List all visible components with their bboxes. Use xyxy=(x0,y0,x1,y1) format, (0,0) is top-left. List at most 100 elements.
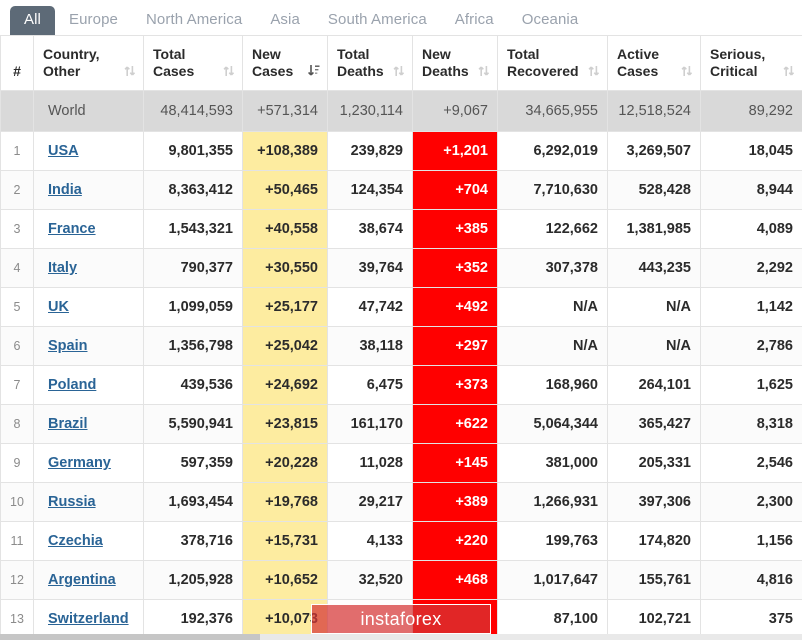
column-header-new_cases[interactable]: New Cases xyxy=(242,35,328,91)
column-header-label: Total Cases xyxy=(153,46,194,80)
cell-total_deaths: 124,354 xyxy=(327,170,413,210)
cell-new_cases: +25,042 xyxy=(242,326,328,366)
sort-both-icon xyxy=(393,64,405,79)
table-row: 4 Italy 790,377 +30,550 39,764 +352 307,378 443… xyxy=(0,248,802,288)
sort-both-icon xyxy=(681,64,693,79)
cell-new_deaths: +622 xyxy=(412,404,498,444)
cell-name[interactable]: Czechia xyxy=(33,521,144,561)
column-header-line2: Cases xyxy=(153,63,195,79)
sort-both-icon xyxy=(783,64,795,79)
cell-active_cases: 12,518,524 xyxy=(607,90,701,132)
column-header-label: Total Recovered xyxy=(507,46,579,80)
cell-new_cases: +108,389 xyxy=(242,131,328,171)
cell-new_cases: +50,465 xyxy=(242,170,328,210)
scrollbar-thumb[interactable] xyxy=(0,634,260,640)
cell-total_cases: 597,359 xyxy=(143,443,243,483)
sort-both-icon xyxy=(223,64,235,79)
country-link[interactable]: India xyxy=(48,182,82,198)
cell-total_cases: 1,099,059 xyxy=(143,287,243,327)
table-row: 8 Brazil 5,590,941 +23,815 161,170 +622 5,064,… xyxy=(0,404,802,444)
tab-all[interactable]: All xyxy=(10,6,55,35)
column-header-active_cases[interactable]: Active Cases xyxy=(607,35,701,91)
table-row: 7 Poland 439,536 +24,692 6,475 +373 168,960 264… xyxy=(0,365,802,405)
sort-descending-icon xyxy=(308,64,320,79)
cell-serious_critical: 2,786 xyxy=(700,326,802,366)
cell-new_deaths: +468 xyxy=(412,560,498,600)
column-header-line1: Total xyxy=(507,46,540,62)
cell-total_cases: 378,716 xyxy=(143,521,243,561)
cell-new_cases: +571,314 xyxy=(242,90,328,132)
column-header-total_cases[interactable]: Total Cases xyxy=(143,35,243,91)
cell-total_recovered: 1,017,647 xyxy=(497,560,608,600)
cell-name[interactable]: India xyxy=(33,170,144,210)
cell-name[interactable]: Poland xyxy=(33,365,144,405)
column-header-inner: Active Cases xyxy=(617,46,693,80)
table-row: 1 USA 9,801,355 +108,389 239,829 +1,201 6,292,… xyxy=(0,131,802,171)
tab-europe[interactable]: Europe xyxy=(55,6,132,35)
cell-total_deaths xyxy=(327,599,413,639)
cell-name[interactable]: France xyxy=(33,209,144,249)
cell-name[interactable]: Italy xyxy=(33,248,144,288)
cell-total_cases: 192,376 xyxy=(143,599,243,639)
cell-name[interactable]: Brazil xyxy=(33,404,144,444)
cell-total_deaths: 32,520 xyxy=(327,560,413,600)
country-link[interactable]: Czechia xyxy=(48,533,103,549)
cell-new_cases: +30,550 xyxy=(242,248,328,288)
cell-name[interactable]: Spain xyxy=(33,326,144,366)
cell-name[interactable]: Germany xyxy=(33,443,144,483)
cell-serious_critical: 8,318 xyxy=(700,404,802,444)
country-link[interactable]: Russia xyxy=(48,494,96,510)
horizontal-scrollbar[interactable] xyxy=(0,634,802,640)
column-header-total_recovered[interactable]: Total Recovered xyxy=(497,35,608,91)
column-header-line1: New xyxy=(252,46,281,62)
cell-total_recovered: N/A xyxy=(497,326,608,366)
cell-active_cases: 174,820 xyxy=(607,521,701,561)
country-link[interactable]: Spain xyxy=(48,338,87,354)
cell-serious_critical: 2,546 xyxy=(700,443,802,483)
tab-africa[interactable]: Africa xyxy=(441,6,508,35)
tab-oceania[interactable]: Oceania xyxy=(508,6,593,35)
table-row: 12 Argentina 1,205,928 +10,652 32,520 +468 1,0… xyxy=(0,560,802,600)
column-header-rank[interactable]: # xyxy=(0,35,34,91)
column-header-inner: New Cases xyxy=(252,46,320,80)
cell-name[interactable]: Russia xyxy=(33,482,144,522)
country-link[interactable]: Switzerland xyxy=(48,611,129,627)
country-link[interactable]: Argentina xyxy=(48,572,116,588)
country-link[interactable]: USA xyxy=(48,143,79,159)
tab-north-america[interactable]: North America xyxy=(132,6,256,35)
cell-total_recovered: N/A xyxy=(497,287,608,327)
cell-new_deaths: +220 xyxy=(412,521,498,561)
cell-new_deaths: +297 xyxy=(412,326,498,366)
country-link[interactable]: UK xyxy=(48,299,69,315)
cell-name[interactable]: USA xyxy=(33,131,144,171)
column-header-total_deaths[interactable]: Total Deaths xyxy=(327,35,413,91)
cell-serious_critical: 2,300 xyxy=(700,482,802,522)
column-header-new_deaths[interactable]: New Deaths xyxy=(412,35,498,91)
country-link[interactable]: Brazil xyxy=(48,416,88,432)
country-link[interactable]: Italy xyxy=(48,260,77,276)
cell-total_cases: 1,356,798 xyxy=(143,326,243,366)
cell-new_cases: +40,558 xyxy=(242,209,328,249)
column-header-inner: Country, Other xyxy=(43,46,136,80)
tab-asia[interactable]: Asia xyxy=(256,6,314,35)
cell-name[interactable]: UK xyxy=(33,287,144,327)
cell-total_deaths: 11,028 xyxy=(327,443,413,483)
cell-active_cases: 1,381,985 xyxy=(607,209,701,249)
table-row: 13 Switzerland 192,376 +10,073 87,100 102,721… xyxy=(0,599,802,639)
tab-south-america[interactable]: South America xyxy=(314,6,441,35)
cell-name[interactable]: Switzerland xyxy=(33,599,144,639)
cell-active_cases: 397,306 xyxy=(607,482,701,522)
country-link[interactable]: France xyxy=(48,221,96,237)
column-header-serious_critical[interactable]: Serious, Critical xyxy=(700,35,802,91)
cell-serious_critical: 1,156 xyxy=(700,521,802,561)
cell-name[interactable]: Argentina xyxy=(33,560,144,600)
cell-total_recovered: 7,710,630 xyxy=(497,170,608,210)
cell-total_recovered: 168,960 xyxy=(497,365,608,405)
column-header-name[interactable]: Country, Other xyxy=(33,35,144,91)
cell-total_cases: 48,414,593 xyxy=(143,90,243,132)
table-row: 5 UK 1,099,059 +25,177 47,742 +492 N/A N/A 1,142 xyxy=(0,287,802,327)
column-header-inner: New Deaths xyxy=(422,46,490,80)
country-link[interactable]: Poland xyxy=(48,377,96,393)
country-link[interactable]: Germany xyxy=(48,455,111,471)
cell-total_deaths: 239,829 xyxy=(327,131,413,171)
